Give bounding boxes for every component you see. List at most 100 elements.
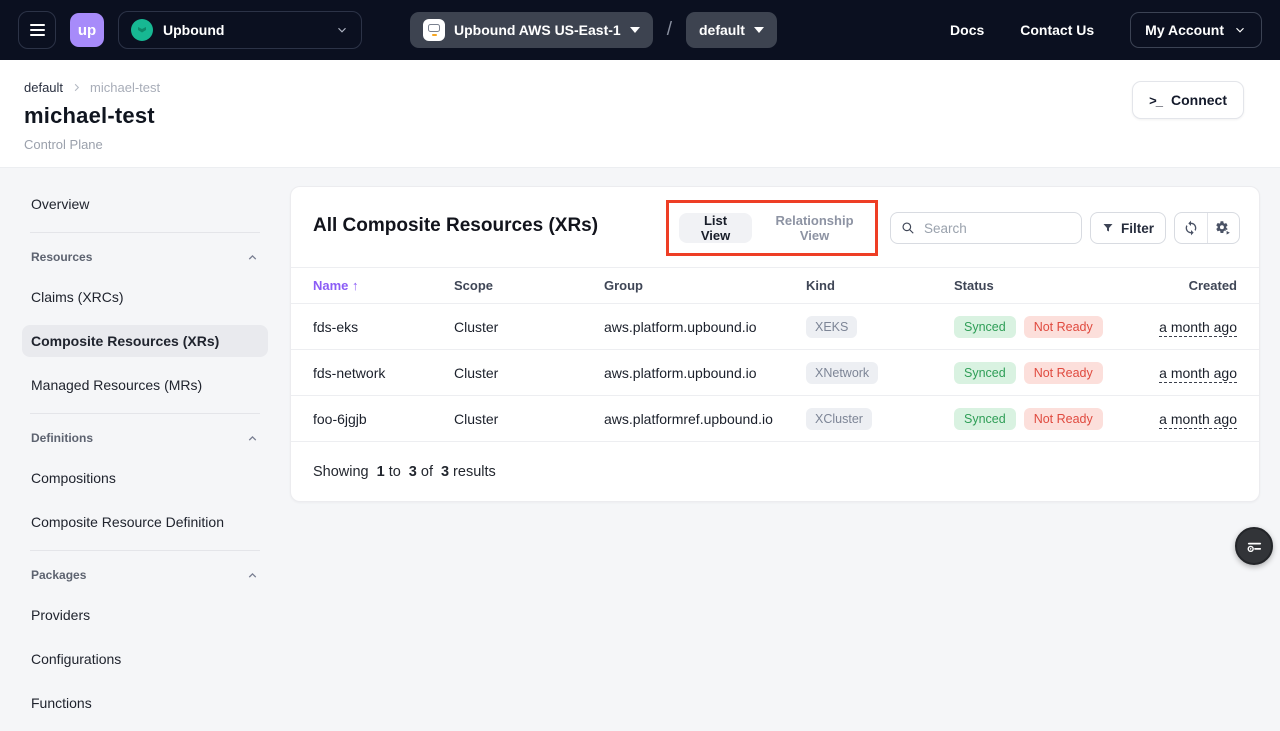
status-badge-synced: Synced xyxy=(954,408,1016,430)
panel-title: All Composite Resources (XRs) xyxy=(313,215,598,237)
control-plane-selector[interactable]: Upbound AWS US-East-1 xyxy=(410,12,653,48)
status-badge-not-ready: Not Ready xyxy=(1024,408,1103,430)
chevron-up-icon xyxy=(246,569,259,582)
kind-badge: XNetwork xyxy=(806,362,878,384)
cell-name[interactable]: fds-network xyxy=(313,365,454,381)
page-header: default michael-test michael-test Contro… xyxy=(0,60,1280,168)
column-header-name[interactable]: Name ↑ xyxy=(313,278,454,293)
sidebar-section-resources[interactable]: Resources xyxy=(22,247,268,267)
status-badge-synced: Synced xyxy=(954,316,1016,338)
terminal-icon: >_ xyxy=(1149,93,1162,108)
column-header-created[interactable]: Created xyxy=(1189,278,1237,293)
sidebar: Overview Resources Claims (XRCs) Composi… xyxy=(0,168,290,731)
chevron-right-icon xyxy=(71,82,82,93)
pagination-text: Showing xyxy=(313,464,369,480)
cell-name[interactable]: fds-eks xyxy=(313,319,454,335)
pagination-from: 1 xyxy=(377,464,385,480)
sidebar-divider xyxy=(30,232,260,233)
org-selector-label: Upbound xyxy=(163,22,325,38)
refresh-icon xyxy=(1183,220,1199,236)
auto-refresh-settings-button[interactable] xyxy=(1208,213,1240,243)
my-account-button[interactable]: My Account xyxy=(1130,12,1262,48)
sidebar-section-definitions[interactable]: Definitions xyxy=(22,428,268,448)
kind-badge: XCluster xyxy=(806,408,872,430)
sort-asc-icon: ↑ xyxy=(352,278,359,293)
sidebar-divider xyxy=(30,550,260,551)
feedback-widget-button[interactable] xyxy=(1235,527,1273,565)
relationship-view-tab[interactable]: Relationship View xyxy=(764,213,865,243)
upbound-logo[interactable]: up xyxy=(70,13,104,47)
chevron-up-icon xyxy=(246,251,259,264)
docs-link[interactable]: Docs xyxy=(950,22,984,38)
section-title: Resources xyxy=(31,250,92,264)
section-title: Definitions xyxy=(31,431,93,445)
org-selector[interactable]: Upbound xyxy=(118,11,362,49)
menu-button[interactable] xyxy=(18,11,56,49)
sidebar-item-composite-resource-definition[interactable]: Composite Resource Definition xyxy=(22,506,268,538)
connect-button[interactable]: >_ Connect xyxy=(1132,81,1244,119)
refresh-button[interactable] xyxy=(1175,213,1207,243)
sidebar-item-providers[interactable]: Providers xyxy=(22,599,268,631)
cell-kind: XCluster xyxy=(806,408,954,430)
column-header-kind[interactable]: Kind xyxy=(806,278,954,293)
sidebar-item-configurations[interactable]: Configurations xyxy=(22,643,268,675)
contact-us-link[interactable]: Contact Us xyxy=(1020,22,1094,38)
table-header-row: Name ↑ Scope Group Kind Status Created xyxy=(291,267,1259,304)
sidebar-section-packages[interactable]: Packages xyxy=(22,565,268,585)
pagination-total: 3 xyxy=(441,464,449,480)
table-row[interactable]: fds-eks Cluster aws.platform.upbound.io … xyxy=(291,304,1259,350)
created-tooltip-trigger[interactable]: a month ago xyxy=(1159,365,1237,383)
control-plane-icon xyxy=(423,19,445,41)
section-title: Packages xyxy=(31,568,86,582)
sidebar-item-functions[interactable]: Functions xyxy=(22,687,268,719)
column-header-scope[interactable]: Scope xyxy=(454,278,604,293)
sidebar-item-compositions[interactable]: Compositions xyxy=(22,462,268,494)
connect-button-label: Connect xyxy=(1171,92,1227,108)
page-title: michael-test xyxy=(24,103,1244,129)
pagination-to: 3 xyxy=(409,464,417,480)
hamburger-icon xyxy=(30,24,45,37)
sidebar-item-claims[interactable]: Claims (XRCs) xyxy=(22,281,268,313)
table-row[interactable]: fds-network Cluster aws.platform.upbound… xyxy=(291,350,1259,396)
breadcrumb-current: michael-test xyxy=(90,80,160,95)
filter-button[interactable]: Filter xyxy=(1090,212,1166,244)
created-tooltip-trigger[interactable]: a month ago xyxy=(1159,411,1237,429)
group-selector-label: default xyxy=(699,22,745,38)
cell-scope: Cluster xyxy=(454,411,604,427)
chevron-down-icon xyxy=(1233,23,1247,37)
column-header-status[interactable]: Status xyxy=(954,278,1189,293)
sidebar-item-overview[interactable]: Overview xyxy=(22,188,268,220)
logo-text: up xyxy=(78,22,96,39)
cell-created: a month ago xyxy=(1159,365,1237,381)
breadcrumb-default[interactable]: default xyxy=(24,80,63,95)
sidebar-item-managed-resources[interactable]: Managed Resources (MRs) xyxy=(22,369,268,401)
created-tooltip-trigger[interactable]: a month ago xyxy=(1159,319,1237,337)
filter-funnel-icon xyxy=(1102,222,1114,234)
cell-kind: XNetwork xyxy=(806,362,954,384)
status-badge-not-ready: Not Ready xyxy=(1024,316,1103,338)
group-selector[interactable]: default xyxy=(686,12,777,48)
chevron-up-icon xyxy=(246,432,259,445)
cell-kind: XEKS xyxy=(806,316,954,338)
table-row[interactable]: foo-6jgjb Cluster aws.platformref.upboun… xyxy=(291,396,1259,442)
context-separator: / xyxy=(667,19,672,41)
cell-name[interactable]: foo-6jgjb xyxy=(313,411,454,427)
chevron-down-icon xyxy=(335,23,349,37)
cell-status: Synced Not Ready xyxy=(954,362,1159,384)
content-area: Overview Resources Claims (XRCs) Composi… xyxy=(0,168,1280,728)
gear-play-icon xyxy=(1215,220,1232,237)
column-header-group[interactable]: Group xyxy=(604,278,806,293)
page-subtitle: Control Plane xyxy=(24,137,1244,152)
kind-badge: XEKS xyxy=(806,316,857,338)
sidebar-item-composite-resources[interactable]: Composite Resources (XRs) xyxy=(22,325,268,357)
panel-header: All Composite Resources (XRs) List View … xyxy=(291,187,1259,267)
context-switcher: Upbound AWS US-East-1 / default xyxy=(410,12,777,48)
list-view-tab[interactable]: List View xyxy=(679,213,752,243)
cell-group: aws.platformref.upbound.io xyxy=(604,411,806,427)
pagination-text: to xyxy=(389,464,401,480)
cell-scope: Cluster xyxy=(454,365,604,381)
search-icon xyxy=(901,221,915,235)
filter-button-label: Filter xyxy=(1121,221,1154,236)
cell-group: aws.platform.upbound.io xyxy=(604,319,806,335)
search-input[interactable] xyxy=(922,220,1071,237)
